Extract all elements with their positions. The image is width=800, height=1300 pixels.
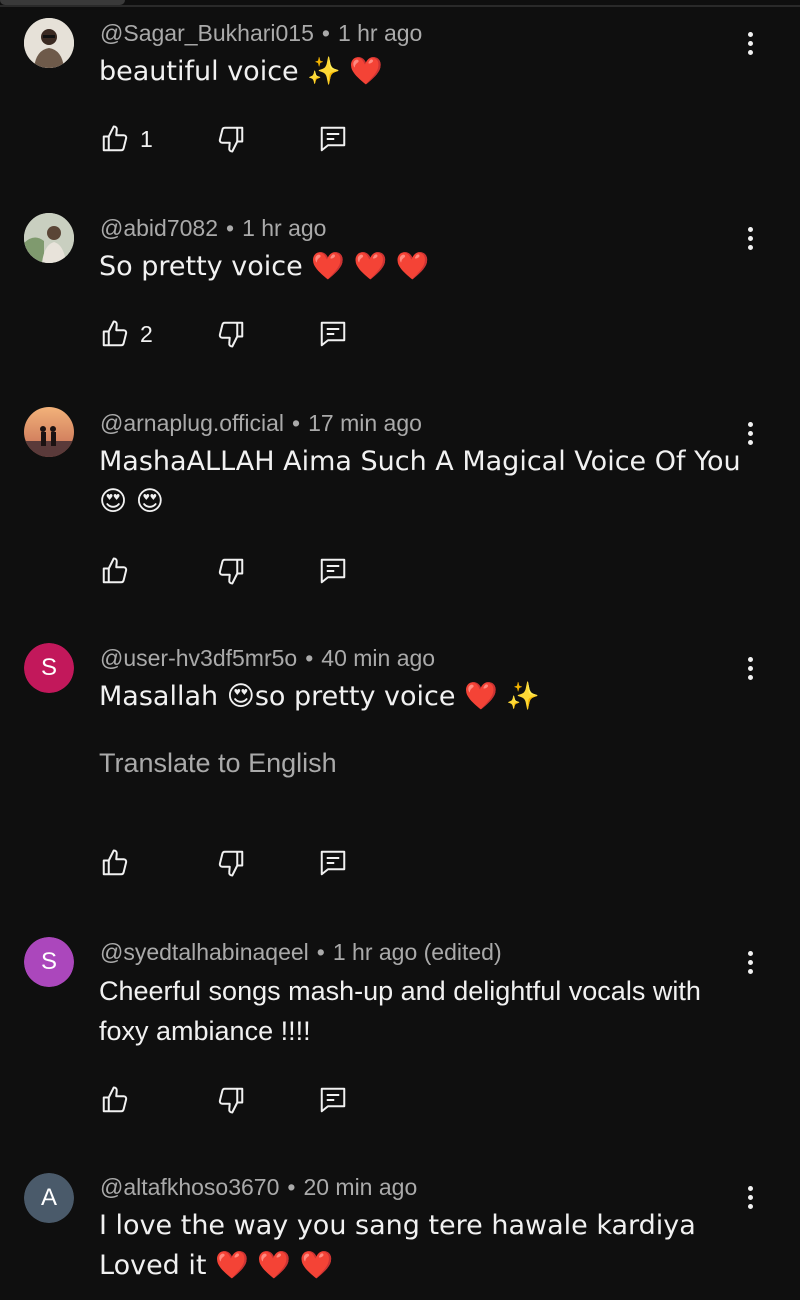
timestamp[interactable]: 1 hr ago (edited)	[333, 939, 502, 965]
reply-comment-icon	[320, 1087, 346, 1113]
separator: •	[316, 939, 325, 965]
timestamp[interactable]: 20 min ago	[303, 1174, 417, 1200]
thumbs-up-icon	[102, 320, 128, 347]
avatar[interactable]	[24, 18, 74, 68]
like-button[interactable]	[100, 554, 130, 588]
avatar[interactable]	[24, 407, 74, 457]
thumbs-down-icon	[218, 321, 244, 348]
reply-comment-icon	[320, 126, 346, 152]
reply-comment-icon	[320, 850, 346, 876]
like-button[interactable]	[100, 846, 130, 880]
reply-comment-icon	[320, 321, 346, 347]
thumbs-up-icon	[102, 1086, 128, 1113]
more-vertical-icon[interactable]	[736, 1177, 764, 1217]
timestamp[interactable]: 17 min ago	[308, 410, 422, 436]
couple-sunset-photo-icon	[24, 407, 74, 457]
person-photo-icon	[24, 18, 74, 68]
comment-meta: @user-hv3df5mr5o • 40 min ago	[100, 645, 435, 672]
like-count: 2	[140, 320, 153, 347]
comment-text: Cheerful songs mash-up and delightful vo…	[99, 976, 701, 1046]
more-vertical-icon[interactable]	[736, 23, 764, 63]
thumbs-up-icon	[102, 557, 128, 584]
comment-meta: @Sagar_Bukhari015 • 1 hr ago	[100, 20, 422, 47]
username[interactable]: @altafkhoso3670	[100, 1174, 279, 1200]
translate-link[interactable]: Translate to English	[99, 748, 337, 779]
thumbs-down-icon	[218, 126, 244, 153]
thumbs-down-icon	[218, 1087, 244, 1114]
reply-button[interactable]	[318, 1083, 348, 1117]
thumbs-down-icon	[218, 558, 244, 585]
username[interactable]: @user-hv3df5mr5o	[100, 645, 297, 671]
avatar[interactable]: A	[24, 1173, 74, 1223]
separator: •	[226, 215, 235, 241]
dislike-button[interactable]	[216, 846, 246, 880]
like-button[interactable]: 1	[100, 122, 153, 156]
avatar-letter: S	[24, 643, 74, 693]
avatar-letter: A	[24, 1173, 74, 1223]
reply-button[interactable]	[318, 317, 348, 351]
dislike-button[interactable]	[216, 317, 246, 351]
avatar[interactable]	[24, 213, 74, 263]
dislike-button[interactable]	[216, 122, 246, 156]
comment-text: Masallah 😍so pretty voice ❤️ ✨	[99, 681, 540, 712]
more-vertical-icon[interactable]	[736, 413, 764, 453]
comment-meta: @abid7082 • 1 hr ago	[100, 215, 326, 242]
more-vertical-icon[interactable]	[736, 218, 764, 258]
top-divider	[0, 5, 800, 7]
reply-button[interactable]	[318, 846, 348, 880]
separator: •	[321, 20, 330, 46]
comment-text: beautiful voice ✨ ❤️	[99, 56, 384, 87]
comment-text: MashaALLAH Aima Such A Magical Voice Of …	[99, 446, 741, 517]
more-vertical-icon[interactable]	[736, 648, 764, 688]
thumbs-up-icon	[102, 125, 128, 152]
reply-button[interactable]	[318, 122, 348, 156]
username[interactable]: @Sagar_Bukhari015	[100, 20, 314, 46]
username[interactable]: @arnaplug.official	[100, 410, 284, 436]
thumbs-down-icon	[218, 850, 244, 877]
separator: •	[292, 410, 301, 436]
separator: •	[287, 1174, 296, 1200]
avatar[interactable]: S	[24, 937, 74, 987]
reply-comment-icon	[320, 558, 346, 584]
like-count: 1	[140, 125, 153, 152]
like-button[interactable]	[100, 1083, 130, 1117]
timestamp[interactable]: 1 hr ago	[242, 215, 326, 241]
avatar-letter: S	[24, 937, 74, 987]
comment-text: I love the way you sang tere hawale kard…	[99, 1210, 696, 1281]
more-vertical-icon[interactable]	[736, 942, 764, 982]
dislike-button[interactable]	[216, 1083, 246, 1117]
comment-text: So pretty voice ❤️ ❤️ ❤️	[99, 251, 430, 282]
username[interactable]: @abid7082	[100, 215, 218, 241]
reply-button[interactable]	[318, 554, 348, 588]
dislike-button[interactable]	[216, 554, 246, 588]
username[interactable]: @syedtalhabinaqeel	[100, 939, 309, 965]
person-photo-icon	[24, 213, 74, 263]
comment-meta: @arnaplug.official • 17 min ago	[100, 410, 422, 437]
comment-meta: @altafkhoso3670 • 20 min ago	[100, 1174, 417, 1201]
thumbs-up-icon	[102, 849, 128, 876]
comment-meta: @syedtalhabinaqeel • 1 hr ago (edited)	[100, 939, 502, 966]
timestamp[interactable]: 1 hr ago	[338, 20, 422, 46]
like-button[interactable]: 2	[100, 317, 153, 351]
timestamp[interactable]: 40 min ago	[321, 645, 435, 671]
top-scroll-indicator	[0, 0, 800, 7]
separator: •	[305, 645, 314, 671]
avatar[interactable]: S	[24, 643, 74, 693]
